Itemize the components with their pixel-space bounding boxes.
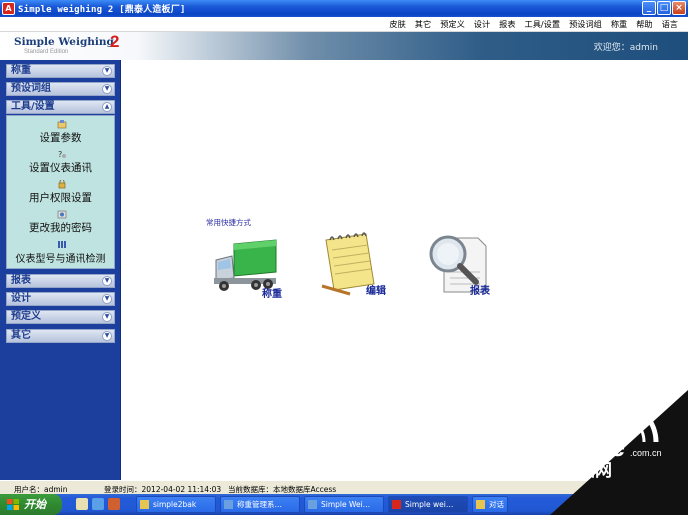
taskbar-item[interactable]: Simple Wei…	[304, 496, 384, 513]
maximize-button[interactable]: □	[657, 1, 671, 15]
sidebar-section-label: 称重	[11, 65, 31, 76]
meter-comm-icon: ?	[58, 150, 66, 159]
welcome-text: 欢迎您：admin	[593, 43, 658, 53]
taskbar-item-active[interactable]: Simple wei…	[388, 496, 468, 513]
shortcut-report[interactable]: 报表	[426, 232, 506, 300]
start-button[interactable]: 开始	[0, 494, 62, 515]
settings-icon	[57, 120, 67, 129]
app-icon[interactable]: A	[2, 2, 15, 15]
sidebar-section-predefine[interactable]: 预定义 ▼	[6, 310, 115, 324]
window-title: Simple weighing 2 [鼎泰人造板厂]	[18, 5, 186, 15]
taskbar-item-label: Simple Wei…	[321, 500, 371, 509]
logo-subtitle: Standard Edition	[24, 49, 69, 55]
start-label: 开始	[24, 498, 46, 511]
sidebar-section-label: 工具/设置	[11, 101, 55, 112]
sidebar-item-settings[interactable]: 设置参数	[7, 130, 114, 145]
taskbar-item[interactable]: 称重管理系…	[220, 496, 300, 513]
app-window: { "window": { "title": "Simple weighing …	[0, 0, 688, 515]
window-icon	[224, 500, 233, 509]
sidebar-section-other[interactable]: 其它 ▼	[6, 329, 115, 343]
taskbar-item-label: simple2bak	[153, 500, 197, 509]
sidebar-section-label: 报表	[11, 275, 31, 286]
menu-report[interactable]: 报表	[499, 18, 515, 30]
sidebar-item-meter-comm[interactable]: 设置仪表通讯	[7, 160, 114, 175]
sidebar-section-tools[interactable]: 工具/设置 ▲	[6, 100, 115, 114]
chevron-up-icon[interactable]: ▲	[102, 102, 112, 112]
logo-number: 2	[110, 32, 120, 51]
sidebar-section-label: 其它	[11, 330, 31, 341]
sidebar-section-label: 预定义	[11, 311, 41, 322]
menu-weighing[interactable]: 称重	[611, 18, 627, 30]
app-icon	[392, 500, 401, 509]
taskbar-item-label: 称重管理系…	[237, 500, 282, 509]
taskbar-item[interactable]: simple2bak	[136, 496, 216, 513]
sidebar: 称重 ▼ 预设词组 ▼ 工具/设置 ▲ 设置参数 ? 设置仪表通讯 用户权限设置…	[0, 60, 121, 480]
svg-text:?: ?	[58, 150, 62, 159]
chevron-down-icon[interactable]: ▼	[102, 66, 112, 76]
chevron-down-icon[interactable]: ▼	[102, 84, 112, 94]
chevron-down-icon[interactable]: ▼	[102, 276, 112, 286]
window-icon	[308, 500, 317, 509]
meter-model-icon	[58, 241, 66, 248]
sidebar-section-design[interactable]: 设计 ▼	[6, 292, 115, 306]
chevron-down-icon[interactable]: ▼	[102, 331, 112, 341]
minimize-button[interactable]: _	[642, 1, 656, 15]
menu-phrases[interactable]: 预设词组	[569, 18, 602, 30]
close-button[interactable]: ×	[672, 1, 686, 15]
quicklaunch-ie-icon[interactable]	[76, 498, 88, 510]
watermark-cn: 太平洋电脑网	[510, 460, 612, 481]
sidebar-item-meter-model[interactable]: 仪表型号与通讯检测	[7, 250, 114, 265]
sidebar-section-phrases[interactable]: 预设词组 ▼	[6, 82, 115, 96]
menu-tools[interactable]: 工具/设置	[525, 18, 561, 30]
watermark-domain: .com.cn	[630, 448, 662, 458]
sidebar-section-report[interactable]: 报表 ▼	[6, 274, 115, 288]
banner: Simple Weighing 2 Standard Edition 欢迎您：a…	[0, 32, 688, 60]
menu-help[interactable]: 帮助	[636, 18, 652, 30]
menu-predefine[interactable]: 预定义	[440, 18, 465, 30]
windows-logo-icon	[7, 499, 19, 510]
folder-icon	[140, 500, 149, 509]
chevron-down-icon[interactable]: ▼	[102, 294, 112, 304]
title-bar[interactable]: A Simple weighing 2 [鼎泰人造板厂] _ □ ×	[0, 0, 688, 17]
sidebar-section-label: 设计	[11, 293, 31, 304]
tools-panel: 设置参数 ? 设置仪表通讯 用户权限设置 更改我的密码 仪表型号与通讯检测	[6, 115, 115, 269]
quick-shortcuts-title: 常用快捷方式	[206, 218, 251, 227]
pconline-watermark: PConline .com.cn 太平洋电脑网	[508, 390, 688, 515]
quicklaunch-media-icon[interactable]	[108, 498, 120, 510]
password-icon	[57, 210, 67, 219]
shortcut-edit[interactable]: 编辑	[318, 232, 398, 300]
shortcut-weighing[interactable]: 称重	[212, 238, 292, 300]
watermark-brand: PConline	[508, 432, 625, 462]
sidebar-item-user-permission[interactable]: 用户权限设置	[7, 190, 114, 205]
menu-design[interactable]: 设计	[474, 18, 490, 30]
chevron-down-icon[interactable]: ▼	[102, 312, 112, 322]
menu-language[interactable]: 语言	[662, 18, 678, 30]
menu-bar: 皮肤 其它 预定义 设计 报表 工具/设置 预设词组 称重 帮助 语言	[0, 17, 688, 32]
shortcut-edit-label: 编辑	[366, 286, 386, 297]
menu-skin[interactable]: 皮肤	[389, 18, 405, 30]
taskbar-item-label: Simple wei…	[405, 500, 454, 509]
user-permission-icon	[58, 180, 66, 189]
menu-other[interactable]: 其它	[415, 18, 431, 30]
sidebar-section-label: 预设词组	[11, 83, 51, 94]
shortcut-report-label: 报表	[470, 286, 490, 297]
quicklaunch-desktop-icon[interactable]	[92, 498, 104, 510]
shortcut-weighing-label: 称重	[262, 289, 282, 300]
logo-text: Simple Weighing	[14, 36, 114, 48]
sidebar-item-change-password[interactable]: 更改我的密码	[7, 220, 114, 235]
sidebar-section-weighing[interactable]: 称重 ▼	[6, 64, 115, 78]
